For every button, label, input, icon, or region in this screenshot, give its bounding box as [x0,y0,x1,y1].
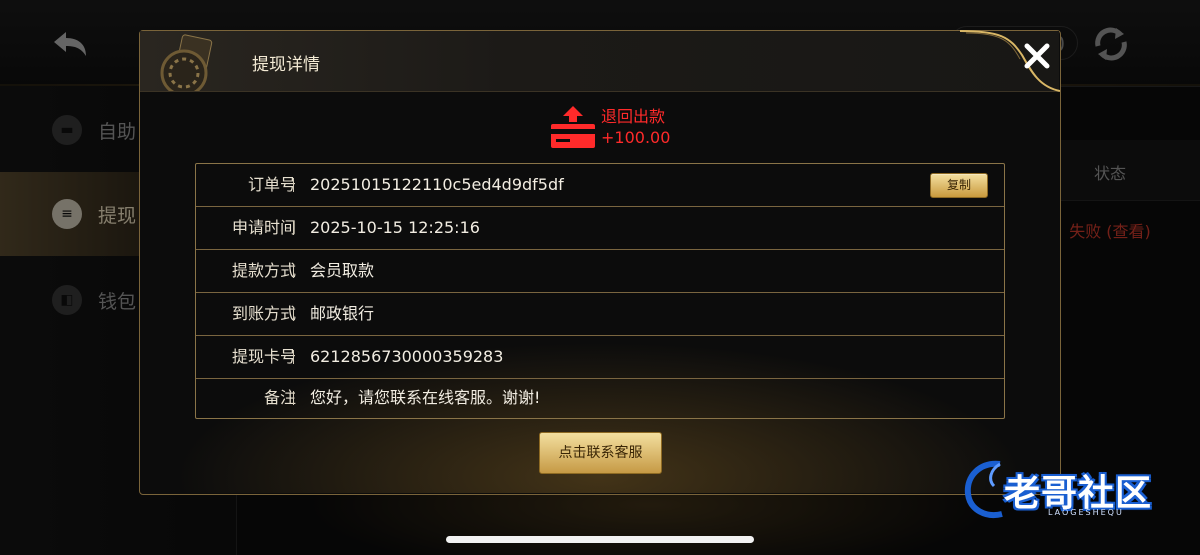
copy-button[interactable]: 复制 [930,173,988,198]
row-label: 到账方式 [231,304,296,323]
close-button[interactable] [1015,38,1059,74]
row-separator [293,264,294,278]
poker-chip-emblem-icon [144,33,230,97]
row-label: 订单号 [247,175,296,194]
table-row: 订单号 20251015122110c5ed4d9df5df 复制 [196,164,1004,207]
table-row: 申请时间 2025-10-15 12:25:16 [196,207,1004,250]
card-number: 6212856730000359283 [310,347,504,366]
close-icon [1024,43,1050,69]
row-separator [293,178,294,192]
dialog-title: 提现详情 [252,55,320,75]
remark: 您好，请您联系在线客服。谢谢! [310,388,541,407]
row-separator [293,307,294,321]
withdraw-status: 退回出款 +100.00 [550,104,690,150]
contact-support-button[interactable]: 点击联系客服 [539,432,662,474]
row-label: 申请时间 [231,218,296,237]
withdraw-detail-table: 订单号 20251015122110c5ed4d9df5df 复制 申请时间 2… [195,163,1005,419]
row-label: 提现卡号 [231,347,296,366]
home-indicator[interactable] [446,536,754,543]
table-row: 提现卡号 6212856730000359283 [196,336,1004,379]
withdraw-method: 会员取款 [310,261,375,280]
apply-time: 2025-10-15 12:25:16 [310,218,480,237]
withdraw-return-icon [551,106,595,148]
status-label: 退回出款 [601,107,666,126]
row-label: 备注 [263,388,296,407]
status-amount: +100.00 [601,128,671,147]
row-separator [293,221,294,235]
order-number: 20251015122110c5ed4d9df5df [310,175,564,194]
table-row: 备注 您好，请您联系在线客服。谢谢! [196,377,1004,419]
row-separator [293,350,294,364]
dialog-header: 提现详情 [140,30,1061,97]
watermark-subtext: LAOGESHEQU [1048,508,1124,517]
watermark-logo: 老哥社区 LAOGESHEQU [960,456,1190,526]
row-label: 提款方式 [231,261,296,280]
table-row: 到账方式 邮政银行 [196,293,1004,336]
table-row: 提款方式 会员取款 [196,250,1004,293]
arrival-method: 邮政银行 [310,304,375,323]
row-separator [293,391,294,405]
